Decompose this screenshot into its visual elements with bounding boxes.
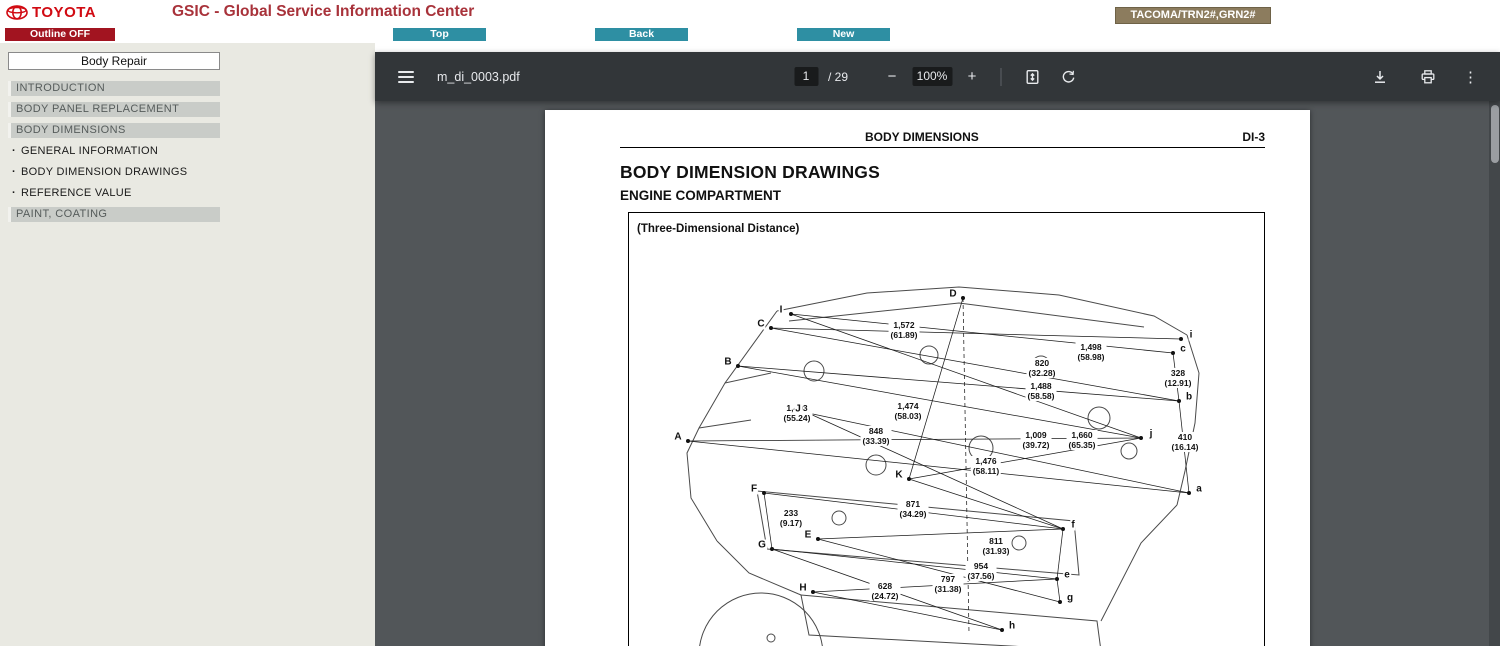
model-badge: TACOMA/TRN2#,GRN2# <box>1115 7 1271 24</box>
point-label: H <box>798 582 808 594</box>
point-label: D <box>948 288 958 300</box>
sidebar-item-paint-coating[interactable]: PAINT, COATING <box>8 207 220 222</box>
point-label: C <box>756 318 766 330</box>
dimension-label: 1,474 (58.03) <box>892 400 924 422</box>
doc-subsection-title: ENGINE COMPARTMENT <box>620 188 781 203</box>
point-label: b <box>1184 391 1194 403</box>
scrollbar-thumb[interactable] <box>1490 105 1499 163</box>
sidebar-item-body-panel-replacement[interactable]: BODY PANEL REPLACEMENT <box>8 102 220 117</box>
dimension-label: 1,009 (39.72) <box>1020 429 1052 451</box>
point-label: A <box>673 431 683 443</box>
sidebar-item-body-dimensions[interactable]: BODY DIMENSIONS <box>8 123 220 138</box>
point-label: G <box>757 539 767 551</box>
point-label: h <box>1007 620 1017 632</box>
bullet-icon: · <box>12 166 16 178</box>
more-options-icon[interactable]: ⋮ <box>1463 68 1478 86</box>
bullet-icon: · <box>12 187 16 199</box>
outline-toggle-button[interactable]: Outline OFF <box>5 28 115 41</box>
doc-header-title: BODY DIMENSIONS <box>865 130 979 144</box>
sidebar-item-general-information[interactable]: · GENERAL INFORMATION <box>8 144 220 159</box>
app-title: GSIC - Global Service Information Center <box>172 3 475 20</box>
menu-icon[interactable] <box>393 64 419 90</box>
dimension-label: 328 (12.91) <box>1162 367 1194 389</box>
dimension-label: 848 (33.39) <box>860 425 892 447</box>
pdf-content-area[interactable]: BODY DIMENSIONS DI-3 BODY DIMENSION DRAW… <box>375 101 1500 646</box>
sidebar: Body Repair INTRODUCTION BODY PANEL REPL… <box>0 43 375 646</box>
point-label: a <box>1195 483 1203 495</box>
fit-page-icon[interactable] <box>1019 64 1045 90</box>
point-label: i <box>1188 329 1194 341</box>
sidebar-item-reference-value[interactable]: · REFERENCE VALUE <box>8 186 220 201</box>
dimension-label: 1,498 (58.98) <box>1075 341 1107 363</box>
pdf-viewer: m_di_0003.pdf 1 / 29 − 100% + ⋮ BODY DIM… <box>375 43 1500 646</box>
figure-caption: (Three-Dimensional Distance) <box>637 223 800 235</box>
sidebar-item-body-dimension-drawings[interactable]: · BODY DIMENSION DRAWINGS <box>8 165 220 180</box>
sidebar-item-introduction[interactable]: INTRODUCTION <box>8 81 220 96</box>
dimension-label: 1,660 (65.35) <box>1066 429 1098 451</box>
point-label: K <box>894 469 904 481</box>
dimension-label: 954 (37.56) <box>965 560 997 582</box>
sidebar-item-label: BODY DIMENSION DRAWINGS <box>20 166 188 178</box>
point-label: e <box>1063 569 1071 581</box>
pdf-filename: m_di_0003.pdf <box>437 69 520 84</box>
toyota-logo: TOYOTA <box>6 4 96 21</box>
sidebar-title: Body Repair <box>8 52 220 70</box>
figure-box: 1,572 (61.89) 1,498 (58.98) 820 (32.28) 328 (12… <box>628 212 1265 646</box>
dimension-label: 410 (16.14) <box>1169 431 1201 453</box>
dimension-label: 811 (31.93) <box>980 535 1012 557</box>
dimension-label: 1,476 (58.11) <box>970 455 1002 477</box>
zoom-level-input[interactable]: 100% <box>912 67 953 86</box>
point-label: E <box>803 529 813 541</box>
zoom-out-button[interactable]: − <box>882 68 902 85</box>
toyota-emblem-icon <box>6 5 28 20</box>
pdf-toolbar: m_di_0003.pdf 1 / 29 − 100% + ⋮ <box>375 52 1500 101</box>
sidebar-nav-list: INTRODUCTION BODY PANEL REPLACEMENT BODY… <box>8 81 220 222</box>
download-icon[interactable] <box>1367 64 1393 90</box>
sidebar-item-label: REFERENCE VALUE <box>20 187 132 199</box>
doc-page-code: DI-3 <box>1242 130 1265 144</box>
print-icon[interactable] <box>1415 64 1441 90</box>
pdf-page: BODY DIMENSIONS DI-3 BODY DIMENSION DRAW… <box>545 110 1310 646</box>
nav-button-row: Outline OFF Top Back New <box>0 27 1500 43</box>
dimension-label: 820 (32.28) <box>1026 357 1058 379</box>
point-label: j <box>1148 428 1154 440</box>
dimension-label: 871 (34.29) <box>897 498 929 520</box>
point-label: c <box>1179 343 1187 355</box>
doc-section-title: BODY DIMENSION DRAWINGS <box>620 162 880 182</box>
top-button[interactable]: Top <box>393 28 486 41</box>
point-label: g <box>1065 592 1075 604</box>
zoom-in-button[interactable]: + <box>962 68 982 85</box>
dimension-label: 1,488 (58.58) <box>1025 380 1057 402</box>
new-button[interactable]: New <box>797 28 890 41</box>
viewer-scrollbar[interactable] <box>1489 101 1500 646</box>
sidebar-item-label: GENERAL INFORMATION <box>20 145 159 157</box>
dimension-label: 233 (9.17) <box>777 507 805 529</box>
point-label: F <box>749 483 759 495</box>
dimension-label-layer: 1,572 (61.89) 1,498 (58.98) 820 (32.28) 328 (12… <box>629 213 1266 646</box>
bullet-icon: · <box>12 145 16 157</box>
dimension-label: 628 (24.72) <box>869 580 901 602</box>
dimension-label: 797 (31.38) <box>932 573 964 595</box>
page-count-label: / 29 <box>827 69 849 84</box>
dimension-label: 1,572 (61.89) <box>888 319 920 341</box>
doc-running-header: BODY DIMENSIONS DI-3 <box>620 110 1265 148</box>
rotate-icon[interactable] <box>1055 64 1081 90</box>
point-label: I <box>778 304 784 316</box>
point-label: B <box>723 356 733 368</box>
page-number-input[interactable]: 1 <box>793 67 818 86</box>
point-label: J <box>794 403 802 415</box>
back-button[interactable]: Back <box>595 28 688 41</box>
point-label: f <box>1070 519 1076 531</box>
top-header: TOYOTA GSIC - Global Service Information… <box>0 0 1500 27</box>
toolbar-divider <box>1000 67 1002 86</box>
brand-text: TOYOTA <box>32 4 97 21</box>
